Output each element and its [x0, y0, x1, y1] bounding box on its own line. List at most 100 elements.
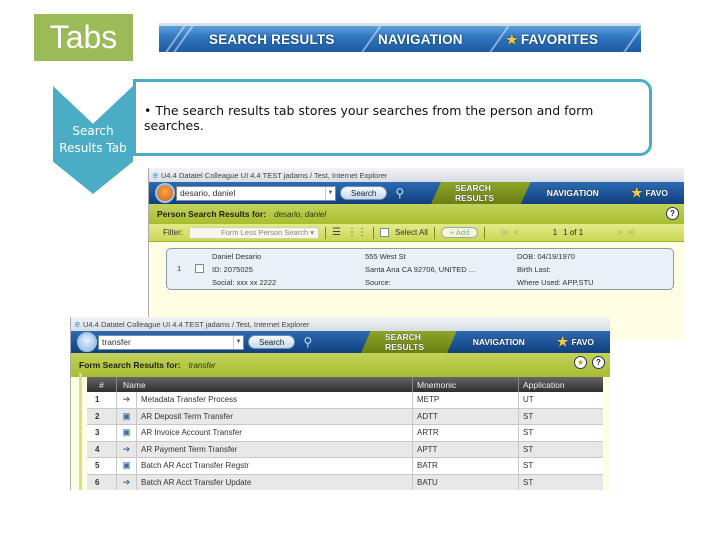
person-result-card[interactable]: 1 Daniel Desario ID: 2075025 Social: xxx… [166, 248, 674, 290]
next-page-icon[interactable]: > [617, 228, 622, 237]
app-tabs: SEARCH RESULTS NAVIGATION ★ FAVO [431, 182, 684, 204]
add-button[interactable]: + Add [440, 227, 479, 238]
row-number: 2 [87, 408, 117, 424]
chevron-label-line2: Results Tab [59, 141, 127, 155]
banner-stripe [619, 26, 641, 52]
result-social: Social: xxx xx 2222 [212, 278, 277, 287]
slide-title: Tabs [49, 19, 118, 55]
app-header: desario, daniel ▼ Search ⚲ SEARCH RESULT… [149, 182, 684, 204]
prev-page-icon[interactable]: < [514, 228, 519, 237]
search-input-value: desario, daniel [180, 188, 236, 198]
form-icon: ▣ [117, 458, 137, 474]
col-header-num[interactable]: # [87, 377, 117, 392]
row-number: 1 [87, 392, 117, 408]
tab-favorites[interactable]: ★ FAVO [541, 331, 610, 353]
row-mnemonic: ARTR [413, 425, 519, 441]
banner-tab-search-results[interactable]: SEARCH RESULTS [209, 32, 335, 47]
results-query: transfer [188, 360, 216, 370]
slide-title-box: Tabs [34, 14, 133, 61]
result-checkbox[interactable] [195, 264, 204, 273]
help-icon[interactable]: ? [666, 207, 679, 220]
star-icon: ★ [506, 32, 518, 47]
list-view-icon[interactable]: ☰ [332, 227, 341, 238]
tab-navigation[interactable]: NAVIGATION [457, 331, 541, 353]
chevron-down-icon[interactable]: ▼ [325, 186, 335, 200]
first-page-icon[interactable]: |< [501, 228, 508, 237]
form-search-input[interactable]: transfer ▼ [98, 334, 244, 350]
row-mnemonic: ADTT [413, 408, 519, 424]
row-name: AR Deposit Term Transfer [137, 408, 413, 424]
process-icon: ➔ [117, 441, 137, 457]
tab-navigation[interactable]: NAVIGATION [531, 182, 615, 204]
process-icon: ➔ [117, 392, 137, 408]
results-query: desario, daniel [274, 209, 327, 219]
row-application: UT [523, 395, 534, 405]
filter-label: Filter: [163, 228, 183, 237]
table-row[interactable]: 1 ➔ Metadata Transfer Process METP UT [87, 392, 603, 409]
table-row[interactable]: 5 ▣ Batch AR Acct Transfer Regstr BATR ST [87, 458, 603, 475]
window-titlebar: e U4.4 Datatel Colleague UI 4.4 TEST jad… [149, 168, 684, 182]
search-input-value: transfer [102, 337, 131, 347]
add-favorite-icon[interactable]: ★ [574, 356, 587, 369]
col-header-name[interactable]: Name [117, 377, 413, 392]
star-icon: ★ [556, 334, 569, 349]
bullet-text-content: The search results tab stores your searc… [144, 102, 594, 133]
row-application: ST [523, 428, 534, 438]
row-application: ST [523, 461, 534, 471]
results-header: Person Search Results for: desario, dani… [149, 204, 684, 224]
row-name: Batch AR Acct Transfer Regstr [137, 458, 413, 474]
tab-search-results[interactable]: SEARCH RESULTS [431, 182, 531, 204]
tab-favorites-label: FAVO [645, 188, 668, 198]
bullet-text: • The search results tab stores your sea… [144, 102, 594, 133]
left-rail [79, 373, 82, 490]
search-button[interactable]: Search [248, 335, 296, 349]
advanced-search-icon[interactable]: ⚲ [395, 186, 404, 200]
window-title: U4.4 Datatel Colleague UI 4.4 TEST jadam… [83, 319, 310, 329]
last-page-icon[interactable]: >| [628, 228, 635, 237]
row-application: ST [523, 411, 534, 421]
person-search-input[interactable]: desario, daniel ▼ [176, 185, 336, 201]
result-dob: DOB: 04/19/1970 [517, 252, 575, 261]
search-button[interactable]: Search [340, 186, 388, 200]
form-search-screenshot: e U4.4 Datatel Colleague UI 4.4 TEST jad… [70, 317, 610, 490]
filter-select[interactable]: Form Less Person Search ▾ [189, 226, 319, 239]
row-application: ST [523, 477, 534, 487]
form-icon: ▣ [117, 408, 137, 424]
divider [484, 226, 486, 239]
row-name: AR Payment Term Transfer [137, 441, 413, 457]
page-current[interactable]: 1 [553, 228, 557, 237]
window-title: U4.4 Datatel Colleague UI 4.4 TEST jadam… [161, 170, 388, 180]
row-number: 5 [87, 458, 117, 474]
row-mnemonic: METP [413, 392, 519, 408]
result-where-used: Where Used: APP,STU [517, 278, 594, 287]
banner-tab-favorites[interactable]: ★ FAVORITES [506, 32, 598, 48]
chevron-down-icon[interactable]: ▼ [233, 335, 243, 349]
row-name: AR Invoice Account Transfer [137, 425, 413, 441]
result-address1: 555 West St [365, 252, 406, 261]
table-row[interactable]: 4 ➔ AR Payment Term Transfer APTT ST [87, 441, 603, 458]
tab-favorites[interactable]: ★ FAVO [615, 182, 684, 204]
result-source: Source: [365, 278, 391, 287]
row-number: 6 [87, 474, 117, 490]
star-icon: ★ [630, 185, 643, 200]
help-icon[interactable]: ? [592, 356, 605, 369]
result-index: 1 [177, 264, 182, 273]
form-icon: ▣ [117, 425, 137, 441]
select-all-checkbox[interactable] [379, 228, 389, 237]
table-row[interactable]: 6 ➔ Batch AR Acct Transfer Update BATU ST [87, 474, 603, 490]
grid-body: 1 ➔ Metadata Transfer Process METP UT 2 ▣ AR De… [71, 392, 610, 490]
app-header: transfer ▼ Search ⚲ SEARCH RESULTS NAVIG… [71, 331, 610, 353]
advanced-search-icon[interactable]: ⚲ [303, 335, 312, 349]
banner-tab-navigation[interactable]: NAVIGATION [378, 32, 463, 47]
tab-search-results[interactable]: SEARCH RESULTS [361, 331, 457, 353]
table-row[interactable]: 3 ▣ AR Invoice Account Transfer ARTR ST [87, 425, 603, 442]
tab-favorites-label: FAVO [571, 337, 594, 347]
result-name: Daniel Desario [212, 252, 262, 261]
grid-view-icon[interactable]: ⋮⋮ [347, 227, 367, 238]
table-row[interactable]: 2 ▣ AR Deposit Term Transfer ADTT ST [87, 408, 603, 425]
col-header-mnemonic[interactable]: Mnemonic [413, 377, 519, 392]
ie-icon: e [75, 319, 81, 329]
col-header-application[interactable]: Application [519, 377, 603, 392]
process-icon: ➔ [117, 474, 137, 490]
app-tabs: SEARCH RESULTS NAVIGATION ★ FAVO [361, 331, 610, 353]
